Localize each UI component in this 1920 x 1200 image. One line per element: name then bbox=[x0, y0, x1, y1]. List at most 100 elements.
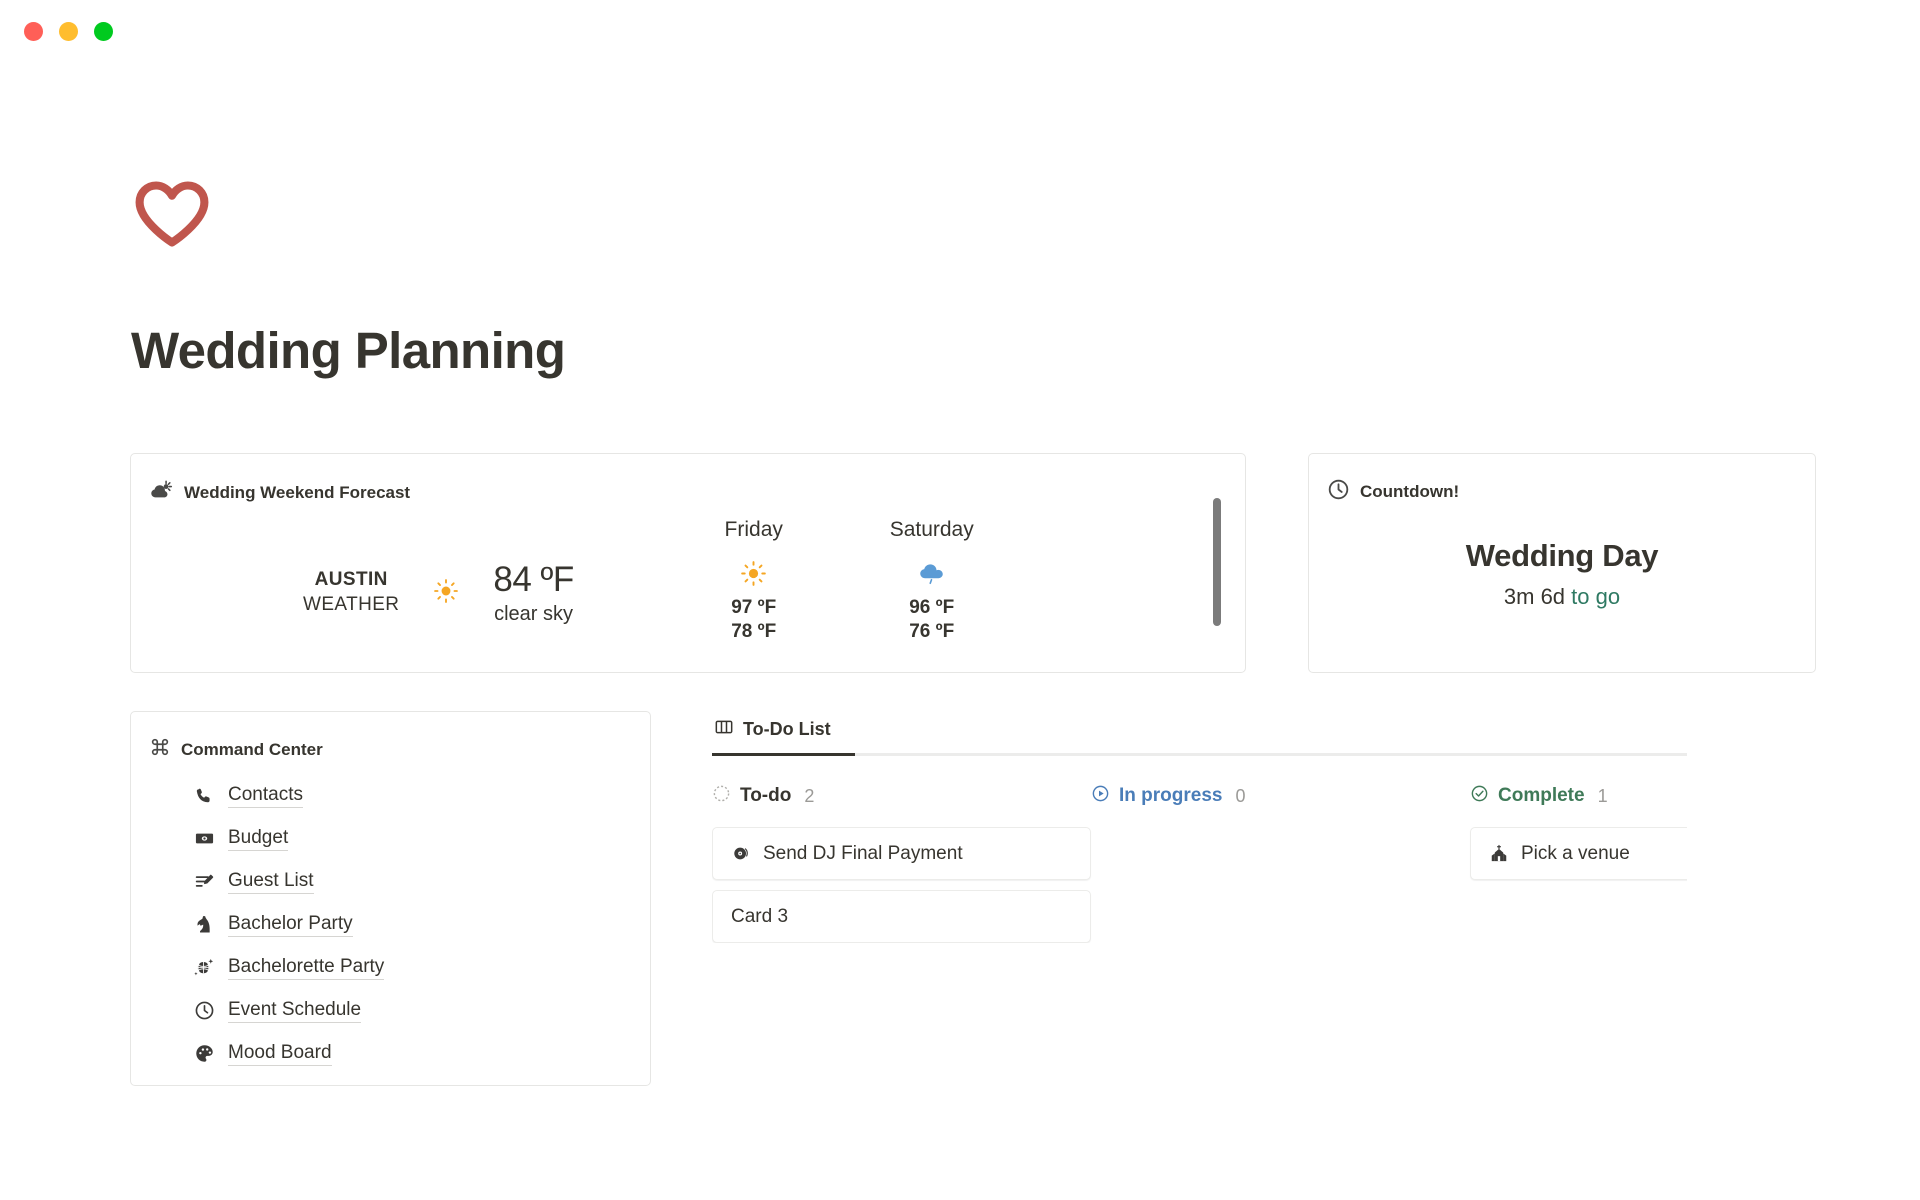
task-card[interactable]: Card 3 bbox=[712, 890, 1091, 943]
sidebar-item-bachelor-party[interactable]: Bachelor Party bbox=[193, 903, 384, 946]
board-column-in-progress: In progress 0 bbox=[1091, 783, 1470, 943]
sidebar-item-label: Bachelorette Party bbox=[228, 955, 385, 981]
countdown-card-header: Countdown! bbox=[1327, 478, 1459, 506]
board-columns-viewport: To-do 2 Send DJ Final Payment Card 3 In … bbox=[712, 756, 1687, 943]
chess-knight-icon bbox=[193, 914, 215, 936]
countdown-togo-label: to go bbox=[1571, 584, 1621, 609]
sun-icon bbox=[698, 550, 810, 596]
rain-cloud-icon bbox=[876, 550, 988, 596]
clock-icon bbox=[193, 1000, 215, 1022]
sun-icon bbox=[433, 578, 459, 609]
minimize-button[interactable] bbox=[59, 22, 78, 41]
weather-card-header: Wedding Weekend Forecast bbox=[149, 478, 410, 508]
tab-to-do-list[interactable]: To-Do List bbox=[712, 717, 839, 752]
task-card[interactable]: Send DJ Final Payment bbox=[712, 827, 1091, 880]
task-card[interactable]: Pick a venue bbox=[1470, 827, 1687, 880]
weather-forecast-list: Friday 97 ºF 78 ºF Saturday 96 ºF 76 ºF bbox=[698, 518, 988, 645]
task-label: Card 3 bbox=[731, 905, 789, 927]
forecast-high-temp: 96 ºF bbox=[909, 597, 955, 618]
command-center-title: Command Center bbox=[181, 739, 323, 759]
sidebar-item-label: Mood Board bbox=[228, 1041, 332, 1067]
board-columns: To-do 2 Send DJ Final Payment Card 3 In … bbox=[712, 783, 1687, 943]
column-name: In progress bbox=[1119, 785, 1223, 806]
countdown-card: Countdown! Wedding Day 3m 6d to go bbox=[1308, 453, 1816, 673]
sidebar-item-label: Guest List bbox=[228, 869, 314, 895]
column-header[interactable]: Complete 1 bbox=[1470, 783, 1687, 809]
sidebar-item-label: Contacts bbox=[228, 783, 303, 809]
banknote-icon bbox=[193, 828, 215, 850]
column-header[interactable]: To-do 2 bbox=[712, 783, 1091, 809]
zoom-button[interactable] bbox=[94, 22, 113, 41]
sidebar-item-label: Event Schedule bbox=[228, 998, 362, 1024]
forecast-day-name: Friday bbox=[724, 518, 783, 541]
list-edit-icon bbox=[193, 871, 215, 893]
column-header[interactable]: In progress 0 bbox=[1091, 783, 1470, 809]
weather-location: AUSTIN WEATHER bbox=[303, 568, 399, 617]
column-count: 0 bbox=[1235, 785, 1246, 806]
app-page: Wedding Planning Wedding Weekend Forecas… bbox=[0, 0, 1920, 1200]
disco-ball-icon bbox=[193, 957, 215, 979]
forecast-low-temp: 76 ºF bbox=[909, 621, 955, 643]
phone-icon bbox=[193, 785, 215, 807]
weather-scrollbar[interactable] bbox=[1213, 498, 1221, 626]
board-columns-icon bbox=[714, 717, 734, 742]
weather-city-sublabel: WEATHER bbox=[303, 594, 400, 615]
close-button[interactable] bbox=[24, 22, 43, 41]
sidebar-item-label: Budget bbox=[228, 826, 289, 852]
column-card-list: Send DJ Final Payment Card 3 bbox=[712, 827, 1091, 943]
column-count: 1 bbox=[1597, 785, 1608, 806]
play-circle-icon bbox=[1091, 784, 1110, 808]
forecast-high-temp: 97 ºF bbox=[731, 597, 777, 618]
sidebar-item-contacts[interactable]: Contacts bbox=[193, 774, 384, 817]
weather-city-name: AUSTIN bbox=[314, 569, 388, 591]
palette-icon bbox=[193, 1043, 215, 1065]
tab-label: To-Do List bbox=[743, 718, 831, 739]
forecast-day: Saturday 96 ºF 76 ºF bbox=[876, 518, 988, 645]
sidebar-item-mood-board[interactable]: Mood Board bbox=[193, 1032, 384, 1075]
weather-current-desc: clear sky bbox=[494, 603, 573, 625]
column-card-list: Pick a venue bbox=[1470, 827, 1687, 880]
board-column-complete: Complete 1 Pick a venue bbox=[1470, 783, 1687, 943]
cloud-sun-icon bbox=[149, 478, 174, 508]
forecast-day-name: Saturday bbox=[889, 518, 974, 541]
sidebar-item-bachelorette-party[interactable]: Bachelorette Party bbox=[193, 946, 385, 989]
heart-outline-icon[interactable] bbox=[133, 178, 211, 255]
dashed-circle-icon bbox=[712, 784, 731, 808]
countdown-remaining: 3m 6d bbox=[1503, 584, 1566, 609]
weather-current-readout: 84 ºF clear sky bbox=[493, 560, 574, 626]
forecast-low-temp: 78 ºF bbox=[731, 621, 777, 643]
sidebar-item-budget[interactable]: Budget bbox=[193, 817, 384, 860]
board-tab-bar: To-Do List bbox=[712, 715, 1687, 753]
column-name: Complete bbox=[1498, 785, 1585, 806]
page-title: Wedding Planning bbox=[131, 322, 566, 379]
sidebar-item-guest-list[interactable]: Guest List bbox=[193, 860, 384, 903]
countdown-event-name: Wedding Day bbox=[1465, 538, 1659, 573]
todo-board: To-Do List To-do 2 Send DJ Final Payment… bbox=[712, 715, 1687, 943]
forecast-day: Friday 97 ºF 78 ºF bbox=[698, 518, 810, 645]
command-center-header: Command Center bbox=[149, 736, 323, 763]
column-name: To-do bbox=[740, 785, 792, 806]
task-label: Send DJ Final Payment bbox=[763, 842, 963, 864]
countdown-card-title: Countdown! bbox=[1360, 482, 1460, 501]
vinyl-record-icon bbox=[731, 844, 751, 864]
board-active-tab-indicator bbox=[712, 753, 855, 756]
column-count: 2 bbox=[804, 785, 815, 806]
sidebar-item-event-schedule[interactable]: Event Schedule bbox=[193, 989, 384, 1032]
weather-card-title: Wedding Weekend Forecast bbox=[184, 483, 411, 502]
board-tab-rule bbox=[712, 753, 1687, 756]
clock-icon bbox=[1327, 478, 1350, 506]
command-icon bbox=[149, 736, 171, 763]
weather-card: Wedding Weekend Forecast AUSTIN WEATHER bbox=[130, 453, 1246, 673]
board-column-todo: To-do 2 Send DJ Final Payment Card 3 bbox=[712, 783, 1091, 943]
church-icon bbox=[1489, 844, 1509, 864]
check-circle-icon bbox=[1470, 784, 1489, 808]
command-center-list: Contacts Budget Guest List Bachelor Part… bbox=[193, 774, 385, 1075]
sidebar-item-label: Bachelor Party bbox=[228, 912, 353, 938]
task-label: Pick a venue bbox=[1521, 842, 1630, 864]
countdown-remaining-row: 3m 6d to go bbox=[1309, 584, 1815, 610]
weather-current-temp: 84 ºF bbox=[493, 560, 574, 599]
command-center-card: Command Center Contacts Budget Guest Lis… bbox=[130, 711, 651, 1086]
weather-current-conditions: AUSTIN WEATHER 84 ºF clear sky bbox=[303, 560, 574, 626]
window-controls bbox=[24, 22, 113, 41]
weather-body: AUSTIN WEATHER 84 ºF clear sky Friday 97… bbox=[131, 512, 1245, 672]
